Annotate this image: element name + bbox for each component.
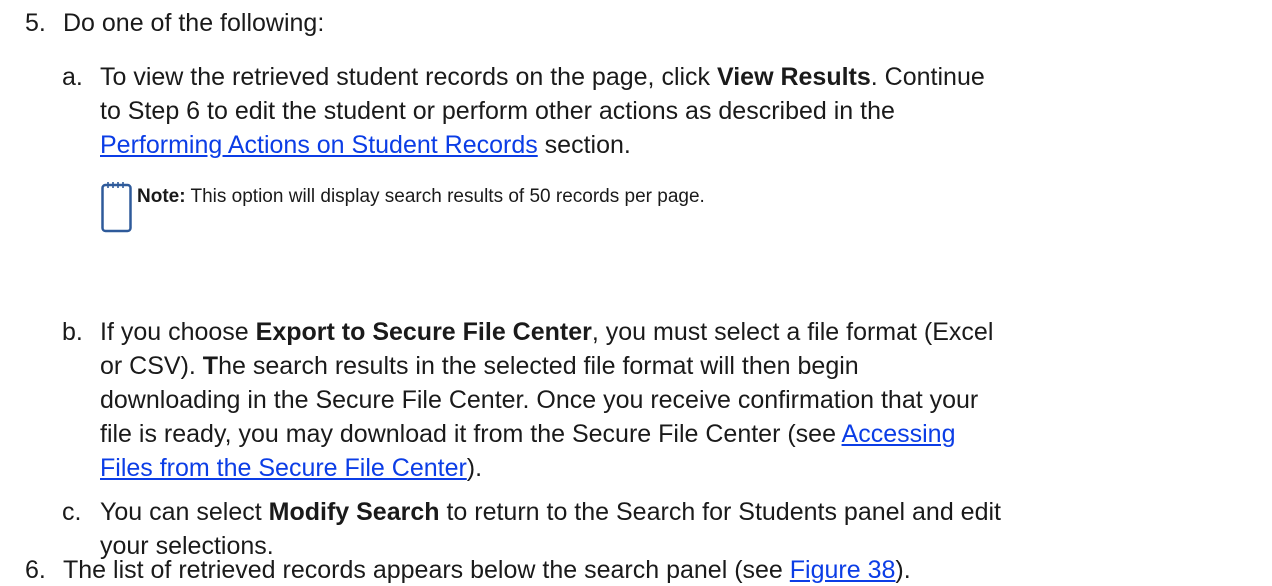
item-c-pre: You can select bbox=[100, 498, 269, 526]
step-6-pre: The list of retrieved records appears be… bbox=[63, 556, 790, 584]
accessing-files-link-part-2[interactable]: Files from the Secure File Center bbox=[100, 454, 467, 482]
step-6-post: ). bbox=[895, 556, 911, 584]
item-a-line-2: to Step 6 to edit the student or perform… bbox=[100, 96, 895, 126]
item-a-post: . Continue bbox=[870, 63, 985, 91]
item-c-letter: c. bbox=[62, 498, 82, 526]
item-a-text-3: section. bbox=[537, 131, 631, 159]
step-6-text: The list of retrieved records appears be… bbox=[63, 555, 911, 585]
item-b-text-5: ). bbox=[466, 454, 483, 482]
item-b-line-4: file is ready, you may download it from … bbox=[100, 419, 956, 449]
item-b-text-2-post: he search results in the selected file f… bbox=[218, 352, 859, 380]
item-a-text-2: to Step 6 to edit the student or perform… bbox=[100, 97, 895, 125]
figure-38-link[interactable]: Figure 38 bbox=[790, 556, 896, 584]
performing-actions-link[interactable]: Performing Actions on Student Records bbox=[100, 131, 538, 159]
item-a-letter: a. bbox=[62, 63, 83, 91]
item-c-text-1: You can select Modify Search to return t… bbox=[100, 497, 1001, 527]
item-b-text-4: file is ready, you may download it from … bbox=[100, 420, 842, 448]
item-b-post: , you must select a file format (Excel bbox=[591, 318, 994, 346]
item-a-line-3: Performing Actions on Student Records se… bbox=[100, 130, 631, 160]
item-b-pre: If you choose bbox=[100, 318, 256, 346]
item-b-bold: Export to Secure File Center bbox=[255, 318, 592, 346]
item-a-bold: View Results bbox=[717, 63, 871, 91]
document-page: 5. Do one of the following: a. To view t… bbox=[0, 0, 1272, 586]
item-c-bold: Modify Search bbox=[268, 498, 440, 526]
item-b-line-5: Files from the Secure File Center). bbox=[100, 453, 482, 483]
notepad-icon bbox=[101, 182, 132, 233]
item-b-text-2-bold: T bbox=[202, 352, 219, 380]
item-b-line-3: downloading in the Secure File Center. O… bbox=[100, 385, 978, 415]
step-5-number: 5. bbox=[25, 9, 46, 37]
note-text: Note: This option will display search re… bbox=[137, 185, 705, 209]
step-6-number: 6. bbox=[25, 556, 46, 584]
step-5-text: Do one of the following: bbox=[63, 9, 325, 37]
item-a-pre: To view the retrieved student records on… bbox=[100, 63, 717, 91]
item-b-text-1: If you choose Export to Secure File Cent… bbox=[100, 317, 993, 347]
item-b-text-3: downloading in the Secure File Center. O… bbox=[100, 386, 979, 414]
item-b-text-2-pre: or CSV). bbox=[100, 352, 203, 380]
item-b-letter: b. bbox=[62, 318, 83, 346]
item-a-text-1: To view the retrieved student records on… bbox=[100, 62, 985, 92]
item-c-post: to return to the Search for Students pan… bbox=[439, 498, 1001, 526]
note-label: Note: bbox=[137, 186, 186, 207]
item-b-line-2: or CSV). The search results in the selec… bbox=[100, 351, 859, 381]
accessing-files-link-part-1[interactable]: Accessing bbox=[842, 420, 956, 448]
note-body: This option will display search results … bbox=[185, 186, 705, 207]
